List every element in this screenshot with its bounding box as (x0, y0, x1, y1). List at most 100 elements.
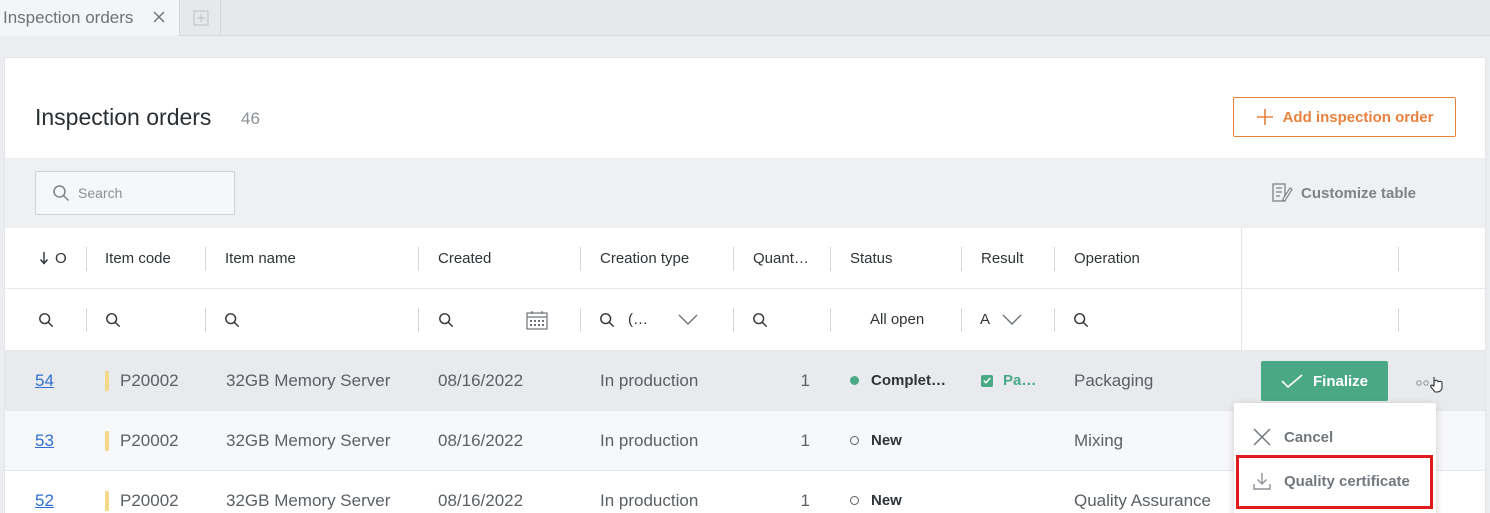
quantity-cell: 1 (800, 490, 810, 510)
search-icon (106, 312, 121, 327)
actions-column-border (1241, 228, 1242, 288)
column-divider[interactable] (580, 247, 581, 271)
filter-creation-type[interactable]: (… (599, 289, 729, 350)
checkmark-icon (1281, 374, 1303, 388)
order-link[interactable]: 53 (35, 431, 54, 451)
creation-type-cell: In production (600, 490, 699, 510)
add-button-label: Add inspection order (1282, 108, 1434, 126)
status-new-dot (850, 436, 859, 445)
close-icon[interactable] (150, 8, 168, 26)
result-label: Pa… (1003, 372, 1037, 389)
column-divider[interactable] (830, 247, 831, 271)
filter-created[interactable] (438, 289, 573, 350)
tab-label: Inspection orders (3, 8, 134, 27)
table-row[interactable]: 54 P20002 32GB Memory Server 08/16/2022 … (5, 351, 1485, 411)
creation-type-filter-value: (… (628, 311, 648, 328)
column-divider (1054, 308, 1055, 332)
status-cell: New (850, 411, 958, 470)
column-divider (580, 308, 581, 332)
operation-cell: Packaging (1074, 370, 1154, 390)
column-header-item-code[interactable]: Item code (105, 228, 201, 288)
column-header-creation-type[interactable]: Creation type (600, 228, 730, 288)
filter-quantity[interactable] (752, 289, 822, 350)
status-filter-select[interactable]: All open (870, 289, 960, 350)
column-header-status[interactable]: Status (850, 228, 950, 288)
status-completed-dot (850, 376, 859, 385)
priority-indicator (105, 431, 109, 451)
column-header-item-name[interactable]: Item name (225, 228, 405, 288)
item-name-cell: 32GB Memory Server (226, 490, 391, 510)
add-inspection-order-button[interactable]: Add inspection order (1233, 97, 1456, 137)
column-divider[interactable] (1398, 247, 1399, 271)
operation-cell: Quality Assurance (1074, 490, 1212, 510)
column-divider[interactable] (1054, 247, 1055, 271)
created-cell: 08/16/2022 (438, 490, 524, 510)
column-divider (1398, 308, 1399, 332)
column-header-result[interactable]: Result (981, 228, 1051, 288)
item-name-cell: 32GB Memory Server (226, 370, 391, 390)
column-divider (205, 308, 206, 332)
creation-type-cell: In production (600, 370, 699, 390)
more-options-icon[interactable] (1415, 373, 1445, 393)
search-box[interactable] (35, 171, 235, 215)
filter-operation[interactable] (1073, 289, 1163, 350)
column-divider[interactable] (86, 247, 87, 271)
item-code-cell: P20002 (120, 370, 179, 390)
calendar-icon[interactable] (526, 310, 548, 330)
plus-icon (1256, 109, 1273, 125)
actions-column-border (1241, 289, 1242, 350)
download-icon (1253, 473, 1271, 490)
column-header-quantity[interactable]: Quant… (753, 228, 831, 288)
column-divider[interactable] (961, 247, 962, 271)
table-filter-row: (… All open A (5, 289, 1485, 351)
order-link[interactable]: 54 (35, 371, 54, 391)
new-tab-button[interactable] (181, 0, 221, 36)
menu-item-label: Quality certificate (1284, 472, 1410, 490)
item-code-cell: P20002 (120, 430, 179, 450)
menu-item-cancel[interactable]: Cancel (1234, 417, 1436, 457)
status-new-dot (850, 496, 859, 505)
column-divider[interactable] (205, 247, 206, 271)
checkbox-checked-icon (981, 374, 993, 387)
column-divider (418, 308, 419, 332)
filter-item-name[interactable] (224, 289, 404, 350)
order-link[interactable]: 52 (35, 491, 54, 511)
filter-item-code[interactable] (105, 289, 195, 350)
close-icon (1253, 428, 1271, 446)
quantity-cell: 1 (800, 430, 810, 450)
column-divider[interactable] (733, 247, 734, 271)
column-divider (86, 308, 87, 332)
finalize-button[interactable]: Finalize (1261, 361, 1388, 401)
tab-inspection-orders[interactable]: Inspection orders (0, 0, 180, 36)
finalize-label: Finalize (1312, 372, 1368, 390)
priority-indicator (105, 491, 109, 511)
result-filter-select[interactable]: A (980, 289, 1050, 350)
column-divider[interactable] (418, 247, 419, 271)
column-divider (961, 308, 962, 332)
column-header-operation[interactable]: Operation (1074, 228, 1224, 288)
created-cell: 08/16/2022 (438, 430, 524, 450)
search-icon (39, 312, 54, 327)
search-icon (753, 312, 768, 327)
creation-type-cell: In production (600, 430, 699, 450)
column-divider (733, 308, 734, 332)
column-header-order[interactable]: O (39, 228, 69, 288)
priority-indicator (105, 371, 109, 391)
filter-order[interactable] (38, 289, 68, 350)
status-label: New (871, 432, 902, 449)
quantity-cell: 1 (800, 370, 810, 390)
record-count: 46 (241, 109, 260, 128)
search-input[interactable] (78, 185, 218, 201)
customize-table-button[interactable]: Customize table (1271, 182, 1416, 204)
row-actions-menu: Cancel Quality certificate (1234, 403, 1436, 513)
created-cell: 08/16/2022 (438, 370, 524, 390)
item-code-cell: P20002 (120, 490, 179, 510)
status-label: New (871, 492, 902, 509)
customize-table-label: Customize table (1301, 184, 1417, 202)
menu-item-quality-certificate[interactable]: Quality certificate (1234, 461, 1436, 501)
page-title: Inspection orders (35, 104, 212, 130)
search-icon (1074, 312, 1089, 327)
table-header-row: O Item code Item name Created Creation t… (5, 228, 1485, 289)
add-tab-icon (192, 10, 209, 26)
column-header-created[interactable]: Created (438, 228, 568, 288)
